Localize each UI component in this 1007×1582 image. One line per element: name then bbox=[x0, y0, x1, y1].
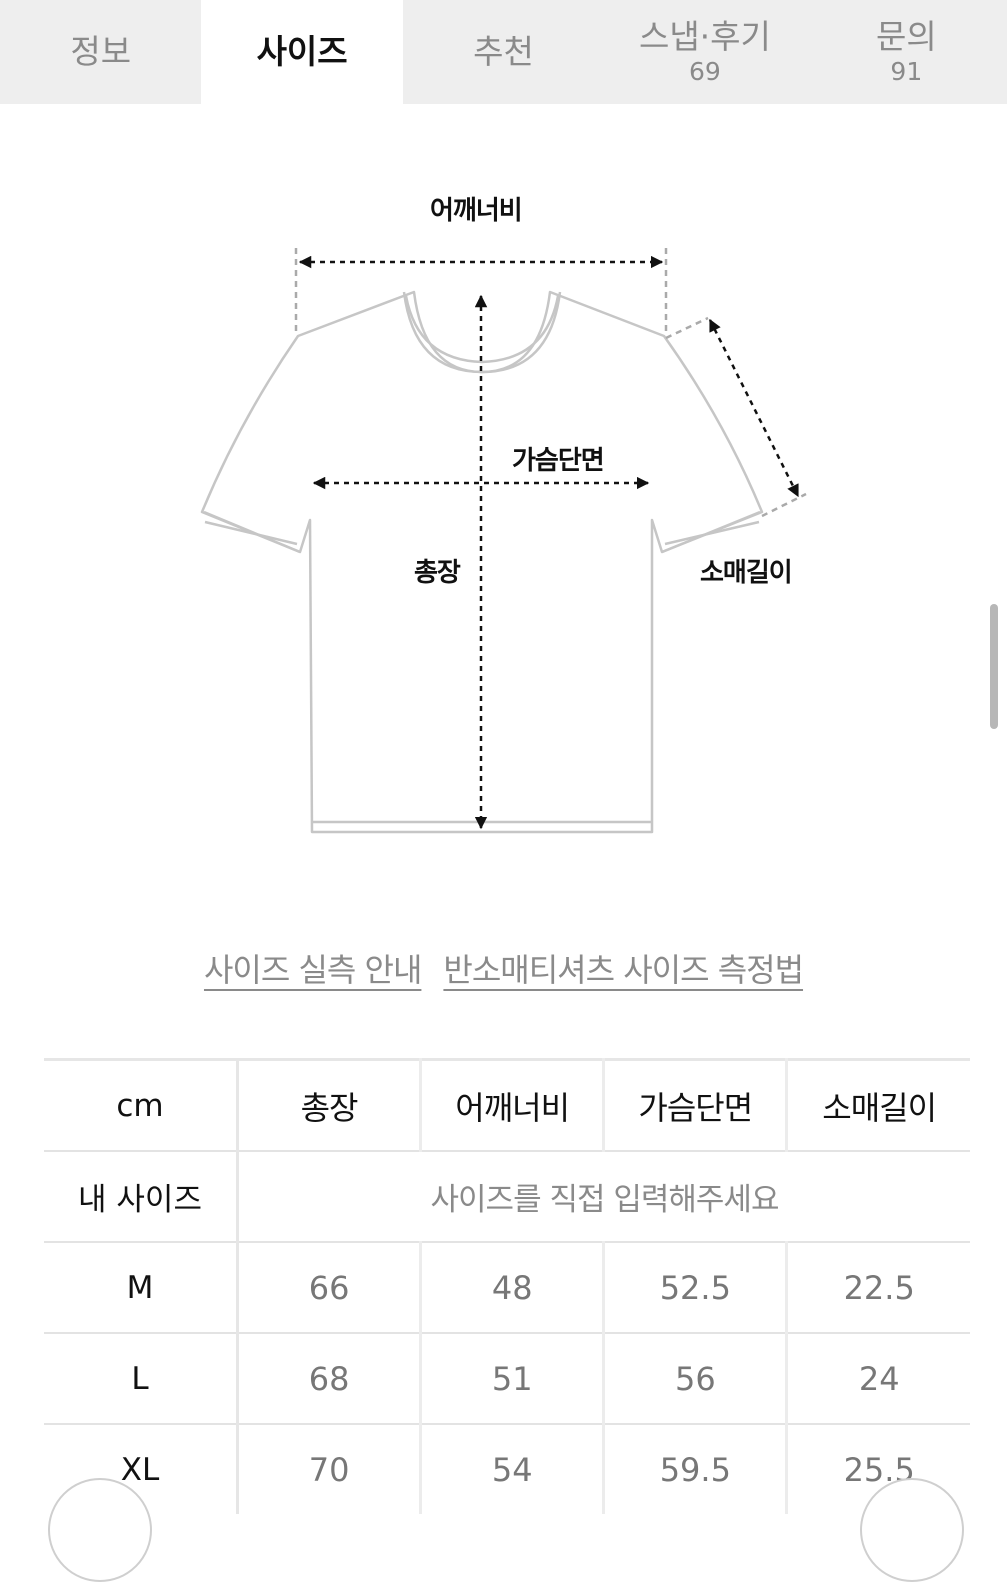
tab-reviews-count: 69 bbox=[689, 57, 721, 86]
tab-recommend[interactable]: 추천 bbox=[403, 0, 604, 104]
tab-size-label: 사이즈 bbox=[256, 32, 348, 71]
size-name: L bbox=[44, 1332, 239, 1424]
floating-button-left[interactable] bbox=[48, 1478, 152, 1582]
tab-inquiry-count: 91 bbox=[890, 57, 923, 86]
tab-info[interactable]: 정보 bbox=[0, 0, 201, 104]
floating-button-right[interactable] bbox=[860, 1478, 964, 1582]
tab-reviews-label: 스냅·후기 bbox=[638, 17, 771, 56]
column-header-sleeve: 소매길이 bbox=[786, 1058, 970, 1151]
table-cell: 59.5 bbox=[603, 1423, 789, 1514]
size-table: cm 총장 어깨너비 가슴단면 소매길이 내 사이즈 사이즈를 직접 입력해주세… bbox=[44, 1058, 970, 1514]
tab-reviews[interactable]: 스냅·후기 69 bbox=[604, 0, 805, 104]
measure-method-link[interactable]: 반소매티셔츠 사이즈 측정법 bbox=[443, 945, 804, 991]
table-cell: 56 bbox=[603, 1332, 789, 1424]
table-cell: 66 bbox=[237, 1241, 423, 1333]
table-cell: 70 bbox=[237, 1423, 423, 1514]
table-row: L 68 51 56 24 bbox=[44, 1332, 970, 1424]
size-links: 사이즈 실측 안내 반소매티셔츠 사이즈 측정법 bbox=[0, 945, 1007, 991]
sleeve-label: 소매길이 bbox=[700, 558, 793, 588]
table-cell: 52.5 bbox=[603, 1241, 789, 1333]
scrollbar[interactable] bbox=[990, 604, 998, 729]
column-header-chest: 가슴단면 bbox=[603, 1058, 789, 1151]
column-header-shoulder: 어깨너비 bbox=[420, 1058, 606, 1151]
size-diagram: 어깨너비 가슴단면 총장 소매길이 bbox=[0, 104, 1007, 904]
tab-inquiry[interactable]: 문의 91 bbox=[806, 0, 1007, 104]
chest-label: 가슴단면 bbox=[512, 446, 605, 476]
tab-inquiry-label: 문의 bbox=[875, 17, 937, 56]
my-size-row: 내 사이즈 사이즈를 직접 입력해주세요 bbox=[44, 1150, 970, 1242]
table-cell: 48 bbox=[420, 1241, 606, 1333]
column-header-length: 총장 bbox=[237, 1058, 423, 1151]
tab-info-label: 정보 bbox=[70, 32, 132, 71]
table-row: XL 70 54 59.5 25.5 bbox=[44, 1423, 970, 1514]
length-label: 총장 bbox=[414, 558, 461, 588]
tab-size[interactable]: 사이즈 bbox=[201, 0, 403, 104]
table-cell: 24 bbox=[786, 1332, 970, 1424]
size-name: M bbox=[44, 1241, 239, 1333]
size-guide-link[interactable]: 사이즈 실측 안내 bbox=[204, 945, 422, 991]
table-row: M 66 48 52.5 22.5 bbox=[44, 1241, 970, 1333]
my-size-input[interactable]: 사이즈를 직접 입력해주세요 bbox=[237, 1150, 970, 1242]
tab-recommend-label: 추천 bbox=[473, 32, 534, 71]
unit-header: cm bbox=[44, 1058, 239, 1151]
table-cell: 68 bbox=[237, 1332, 423, 1424]
shoulder-label: 어깨너비 bbox=[430, 196, 523, 226]
table-cell: 51 bbox=[420, 1332, 606, 1424]
my-size-label: 내 사이즈 bbox=[44, 1150, 239, 1242]
table-cell: 22.5 bbox=[786, 1241, 970, 1333]
tab-bar: 정보 사이즈 추천 스냅·후기 69 문의 91 bbox=[0, 0, 1007, 104]
table-header-row: cm 총장 어깨너비 가슴단면 소매길이 bbox=[44, 1058, 970, 1151]
table-cell: 54 bbox=[420, 1423, 606, 1514]
